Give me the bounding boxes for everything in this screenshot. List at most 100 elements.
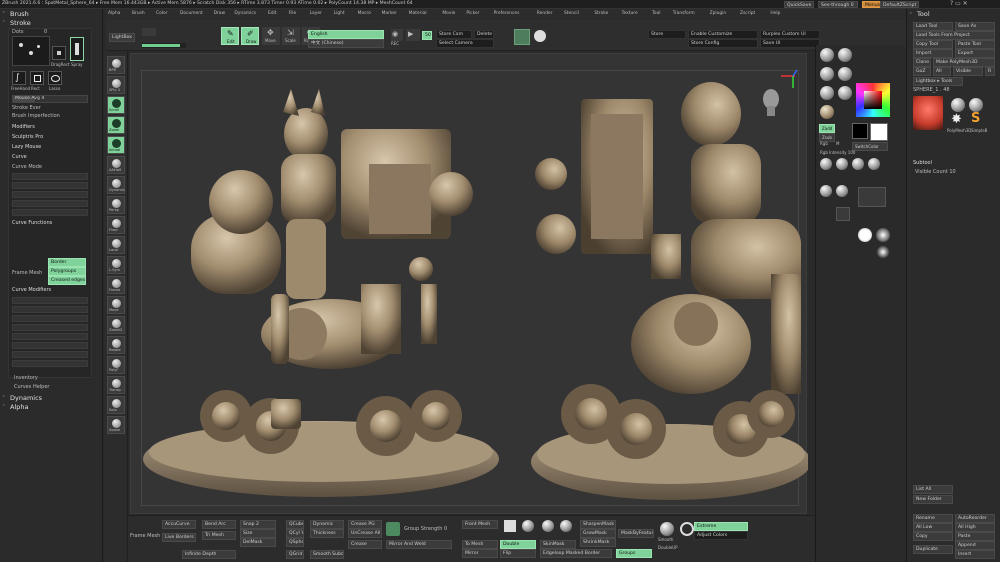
mouse-avg-slider[interactable]: Mouse Avg 4 bbox=[12, 95, 88, 103]
live-borders-button[interactable]: Live Borders bbox=[162, 533, 196, 542]
smooth-subdiv-button[interactable]: Smooth Subdiv bbox=[310, 550, 344, 559]
brush-header[interactable]: Brush bbox=[10, 10, 29, 18]
collapse-icon[interactable]: ◦ bbox=[2, 394, 6, 400]
panel-slider[interactable] bbox=[12, 351, 88, 358]
menu-brush[interactable]: Brush bbox=[132, 11, 145, 16]
stroke-thumb-selected[interactable] bbox=[70, 37, 84, 61]
del-mask-button[interactable]: DelMask bbox=[240, 538, 276, 547]
border-button[interactable]: Border bbox=[48, 258, 86, 267]
mask-icon[interactable] bbox=[560, 520, 572, 532]
stroke-header[interactable]: Stroke bbox=[10, 19, 31, 27]
camera-icon-green[interactable] bbox=[514, 29, 530, 45]
curve-item[interactable]: Curve bbox=[12, 155, 27, 160]
shelf-transp[interactable]: Transp bbox=[107, 376, 125, 394]
mirror-button[interactable]: Mirror bbox=[462, 549, 498, 558]
material-sphere-icon[interactable] bbox=[820, 86, 834, 100]
rgb-label[interactable]: Rgb bbox=[820, 142, 828, 146]
crease-pg-button[interactable]: Crease PG bbox=[348, 520, 382, 529]
shelf-frame[interactable]: Frame bbox=[107, 276, 125, 294]
brush-preview[interactable] bbox=[858, 187, 886, 207]
language-english[interactable]: English bbox=[308, 30, 384, 39]
paste-button[interactable]: Paste bbox=[955, 532, 995, 541]
move-button[interactable]: Move ✥ bbox=[262, 27, 280, 45]
export-button[interactable]: Export bbox=[955, 49, 995, 58]
brush-imperfection-label[interactable]: Brush Imperfection bbox=[12, 114, 60, 119]
material-sphere-icon[interactable] bbox=[820, 67, 834, 81]
menu-transform[interactable]: Transform bbox=[673, 11, 695, 16]
double-button[interactable]: Double bbox=[500, 540, 536, 549]
menu-render[interactable]: Render bbox=[537, 11, 553, 16]
lasso-stroke-icon[interactable] bbox=[48, 71, 62, 85]
menu-marker[interactable]: Marker bbox=[382, 11, 397, 16]
qcube-button[interactable]: QCube bbox=[286, 520, 304, 529]
import-button[interactable]: Import bbox=[913, 49, 953, 58]
window-controls[interactable]: ? ▭ ✕ bbox=[950, 1, 968, 7]
menu-draw[interactable]: Draw bbox=[214, 11, 225, 16]
brush-preview-small[interactable] bbox=[836, 207, 850, 221]
panel-slider[interactable] bbox=[12, 315, 88, 322]
group-strength-label[interactable]: Group Strength 0 bbox=[404, 527, 447, 532]
adjust-colors-button[interactable]: Adjust Colors bbox=[694, 531, 748, 540]
smooth-icon[interactable] bbox=[660, 522, 674, 536]
copy-button[interactable]: Copy bbox=[913, 532, 953, 541]
zoom-value[interactable]: 50 bbox=[422, 31, 432, 40]
menu-dynamics[interactable]: Dynamics bbox=[234, 11, 256, 16]
menu-layer[interactable]: Layer bbox=[310, 11, 322, 16]
enable-customize-button[interactable]: Enable Customize bbox=[688, 30, 758, 39]
all-button[interactable]: All bbox=[933, 67, 951, 76]
freehand-stroke-icon[interactable]: ∫ bbox=[12, 71, 26, 85]
shelf-move[interactable]: Move bbox=[107, 296, 125, 314]
mask-icon[interactable] bbox=[504, 520, 516, 532]
curves-helper-item[interactable]: Curves Helper bbox=[14, 385, 49, 390]
make-polymesh3d-button[interactable]: Make PolyMesh3D bbox=[933, 58, 995, 67]
shrink-mask-button[interactable]: ShrinkMask bbox=[580, 538, 616, 547]
save-ui-button[interactable]: Save UI bbox=[760, 39, 820, 48]
flip-button[interactable]: Flip bbox=[500, 549, 536, 558]
panel-slider[interactable] bbox=[12, 209, 88, 216]
shelf-xpose[interactable]: Xpose bbox=[107, 416, 125, 434]
language-chinese[interactable]: 中文 (Chinese) bbox=[308, 39, 384, 48]
stroke-ever-label[interactable]: Stroke Ever bbox=[12, 106, 41, 111]
edgeloop-button[interactable]: Edgeloop Masked Border bbox=[540, 549, 612, 558]
slider-track[interactable] bbox=[142, 43, 186, 48]
list-all-button[interactable]: List All bbox=[913, 485, 953, 494]
color-picker[interactable] bbox=[856, 83, 890, 117]
alpha-preview-icon[interactable] bbox=[876, 228, 890, 242]
sculpt-model[interactable] bbox=[131, 54, 808, 515]
modifiers-item[interactable]: Modifiers bbox=[12, 125, 35, 130]
paste-tool-button[interactable]: Paste Tool bbox=[955, 40, 995, 49]
shelf-dynamic[interactable]: Dynamic bbox=[107, 176, 125, 194]
material-sphere-icon[interactable] bbox=[838, 86, 852, 100]
panel-slider[interactable] bbox=[12, 306, 88, 313]
menu-file[interactable]: File bbox=[289, 11, 296, 16]
shelf-aahalf[interactable]: AAHalf bbox=[107, 156, 125, 174]
autoreorder-button[interactable]: AutoReorder bbox=[955, 514, 995, 523]
load-tools-from-project-button[interactable]: Load Tools From Project bbox=[913, 31, 995, 40]
shelf-actual[interactable]: Actual bbox=[107, 136, 125, 154]
curve-functions-item[interactable]: Curve Functions bbox=[12, 221, 52, 226]
panel-slider[interactable] bbox=[12, 297, 88, 304]
quick-sketch-button[interactable] bbox=[142, 28, 156, 36]
menu-zplugin[interactable]: Zplugin bbox=[710, 11, 727, 16]
mirror-and-weld-button[interactable]: Mirror And Weld bbox=[386, 540, 452, 549]
alpha-icon[interactable] bbox=[820, 158, 832, 170]
shelf-zoom[interactable]: Zoom bbox=[107, 116, 125, 134]
crease-button[interactable]: Crease bbox=[348, 540, 382, 549]
creased-edges-button[interactable]: Creased edges bbox=[48, 276, 86, 285]
grow-mask-button[interactable]: GrowMask bbox=[580, 529, 616, 538]
menu-edit[interactable]: Edit bbox=[268, 11, 277, 16]
frame-mesh-bottom[interactable]: Frame Mesh bbox=[130, 534, 160, 539]
dynamic-button[interactable]: Dynamic bbox=[310, 520, 344, 529]
new-folder-button[interactable]: New Folder bbox=[913, 495, 953, 504]
material-sphere-icon[interactable] bbox=[820, 105, 834, 119]
menu-movie[interactable]: Movie bbox=[442, 11, 455, 16]
menu-stroke[interactable]: Stroke bbox=[594, 11, 608, 16]
group-strength-icon[interactable] bbox=[386, 522, 400, 536]
tool-header[interactable]: Tool bbox=[917, 10, 930, 18]
append-button[interactable]: Append bbox=[955, 541, 995, 550]
select-camera-button[interactable]: Select Camera bbox=[436, 39, 494, 48]
shelf-rotate[interactable]: Rotate bbox=[107, 336, 125, 354]
shelf-local[interactable]: Local bbox=[107, 236, 125, 254]
curve-modifiers-item[interactable]: Curve Modifiers bbox=[12, 288, 51, 293]
lazy-mouse-item[interactable]: Lazy Mouse bbox=[12, 145, 41, 150]
